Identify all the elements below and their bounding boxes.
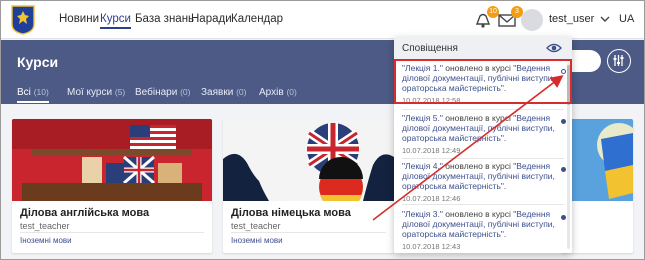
chevron-down-icon[interactable] [599,13,611,25]
nav-item-calendar[interactable]: Календар [231,13,283,25]
course-title[interactable]: Ділова англійська мова [20,207,149,219]
unread-status-dot[interactable] [561,167,566,172]
course-author: test_teacher [231,221,281,231]
course-card[interactable]: Ділова німецька мова test_teacher Інозем… [223,119,394,253]
notification-date: 10.07.2018 12:43 [402,242,461,251]
divider [402,109,564,110]
notification-date: 10.07.2018 12:49 [402,146,461,155]
notification-item[interactable]: "Лекція 3." оновлено в курсі "Ведення ді… [394,209,572,253]
divider [231,232,386,233]
course-image [223,119,394,201]
course-category[interactable]: Іноземні мови [231,236,283,245]
course-card[interactable]: Ділова англійська мова test_teacher Іноз… [12,119,212,253]
messages-button[interactable]: 3 [497,6,523,30]
notification-text: "Лекція 4." оновлено в курсі "Ведення ді… [402,161,555,191]
kyiv-coat-of-arms-logo[interactable] [11,5,35,35]
page-title: Курси [17,54,59,70]
tab-requests[interactable]: Заявки (0) [201,87,246,98]
divider [402,158,564,159]
notifications-header: Сповіщення [394,37,572,59]
screen: Новини Курси База знань Наради Календар … [0,0,645,260]
tab-all[interactable]: Всі (10) [17,87,49,103]
course-title[interactable]: Ділова німецька мова [231,207,351,219]
avatar[interactable] [521,9,543,31]
language-switch[interactable]: UA [619,13,634,25]
nav-item-knowledge-base[interactable]: База знань [135,13,194,25]
course-image [12,119,212,201]
top-navigation-bar: Новини Курси База знань Наради Календар … [1,1,644,39]
divider [402,204,564,205]
nav-item-news[interactable]: Новини [59,13,99,25]
unread-status-dot[interactable] [561,119,566,124]
notifications-title: Сповіщення [402,43,458,54]
eye-icon[interactable] [546,41,562,55]
nav-item-courses[interactable]: Курси [100,13,131,29]
tab-webinars[interactable]: Вебінари (0) [135,87,190,98]
course-category[interactable]: Іноземні мови [20,236,72,245]
unread-status-dot[interactable] [561,215,566,220]
filter-button[interactable] [607,49,631,73]
user-name[interactable]: test_user [549,13,594,25]
nav-item-meetings[interactable]: Наради [191,13,232,25]
notification-text: "Лекція 5." оновлено в курсі "Ведення ді… [402,113,555,143]
notification-text: "Лекція 3." оновлено в курсі "Ведення ді… [402,209,555,239]
tab-archive[interactable]: Архів (0) [259,87,297,98]
divider [20,232,204,233]
notification-date: 10.07.2018 12:46 [402,194,461,203]
course-author: test_teacher [20,221,70,231]
notification-item[interactable]: "Лекція 5." оновлено в курсі "Ведення ді… [394,113,572,157]
highlight-box [394,59,572,104]
notifications-bell-button[interactable]: 10 [473,6,499,30]
sliders-icon [613,55,624,66]
tab-my-courses[interactable]: Мої курси (5) [67,87,125,98]
notification-item[interactable]: "Лекція 4." оновлено в курсі "Ведення ді… [394,161,572,205]
